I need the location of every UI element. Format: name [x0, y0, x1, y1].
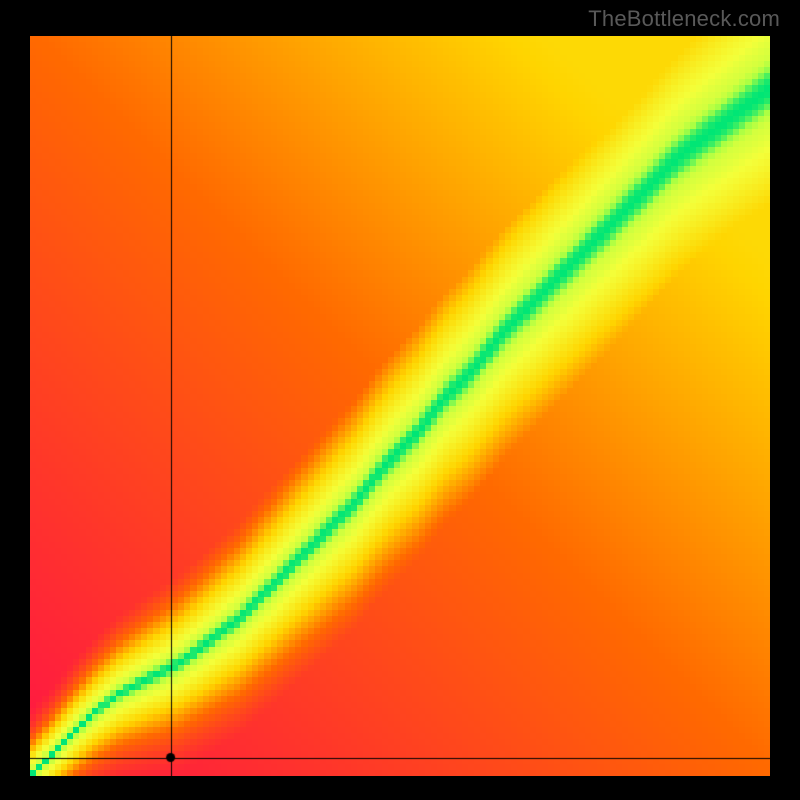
watermark-text: TheBottleneck.com: [588, 6, 780, 32]
chart-frame: TheBottleneck.com: [0, 0, 800, 800]
bottleneck-heatmap: [30, 36, 770, 776]
